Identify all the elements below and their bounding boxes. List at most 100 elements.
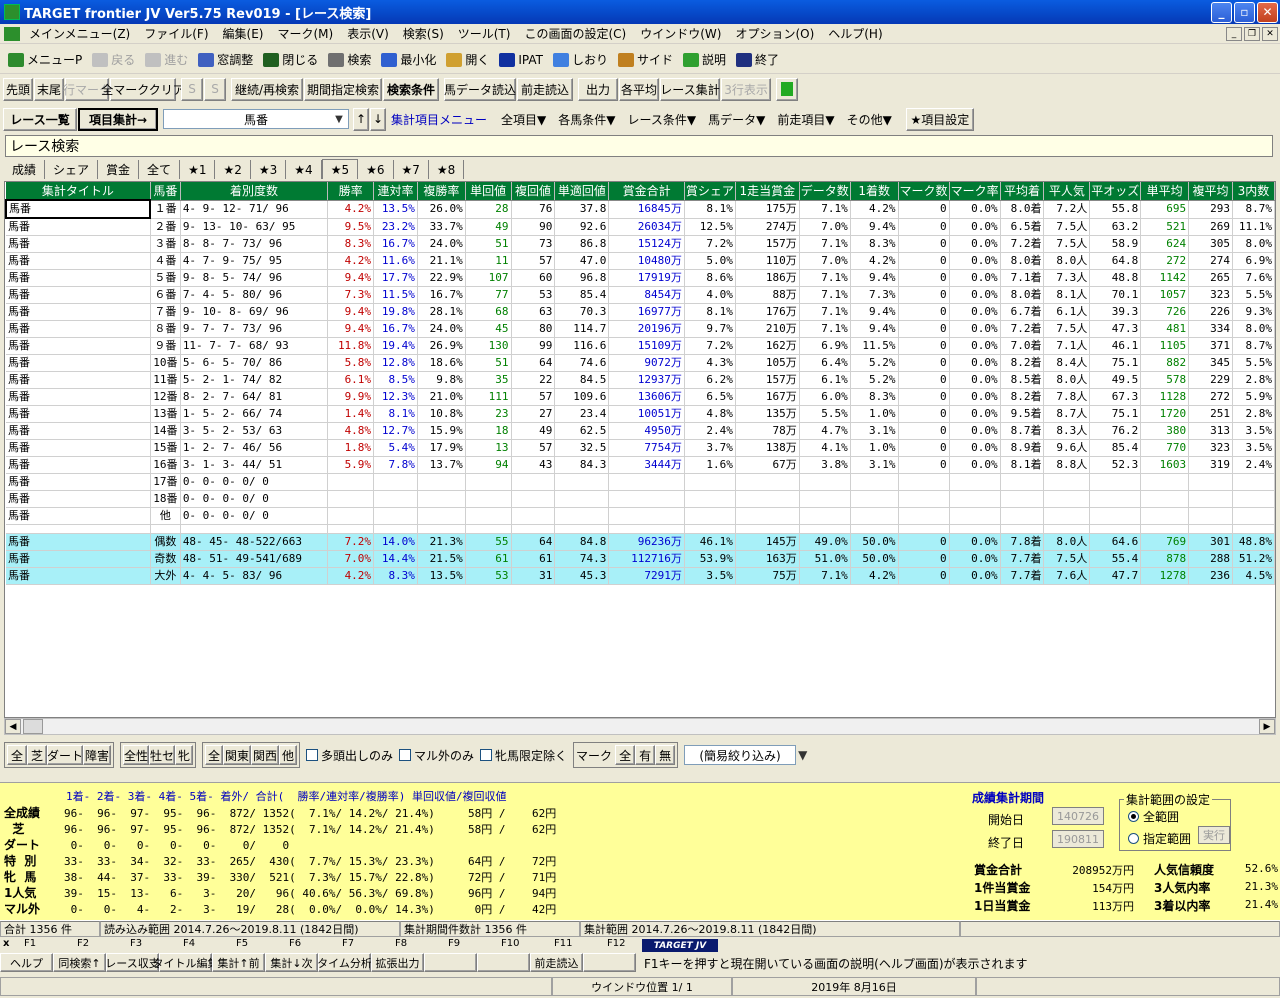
tab-1[interactable]: シェア bbox=[45, 160, 99, 179]
tab-7[interactable]: ★4 bbox=[286, 160, 322, 179]
item-menu-link[interactable]: 集計項目メニュー bbox=[391, 111, 487, 128]
table-row[interactable]: 馬番 10番 5- 6- 5- 70/ 86 5.8% 12.8% 18.6% 51 64 74… bbox=[6, 354, 1275, 372]
col-header-18[interactable]: 平オッズ bbox=[1089, 182, 1142, 201]
toolbar-help-button[interactable]: 説明 bbox=[679, 48, 732, 72]
toolbar2-button-1[interactable]: 末尾 bbox=[34, 77, 64, 101]
minimize-window-button[interactable]: _ bbox=[1211, 1, 1232, 23]
menu-item-3[interactable]: マーク(M) bbox=[270, 25, 340, 42]
toolbar2-button-14[interactable]: 3行表示 bbox=[721, 77, 771, 101]
col-header-0[interactable]: 集計タイトル bbox=[6, 182, 151, 201]
sex-filter-btn-1[interactable]: 牡セ bbox=[149, 745, 175, 765]
scroll-right-icon[interactable]: ▶ bbox=[1259, 719, 1275, 734]
col-header-5[interactable]: 複勝率 bbox=[417, 182, 466, 201]
toolbar-menu-p-button[interactable]: メニューP bbox=[4, 48, 88, 72]
col-header-6[interactable]: 単回値 bbox=[465, 182, 512, 201]
toolbar-bookmark-button[interactable]: しおり bbox=[549, 48, 614, 72]
col-header-10[interactable]: 賞シェア bbox=[684, 182, 736, 201]
dropdown-4[interactable]: 前走項目▼ bbox=[777, 111, 834, 128]
table-row[interactable]: 馬番 ６番 7- 4- 5- 80/ 96 7.3% 11.5% 16.7% 77 53 85.… bbox=[6, 286, 1275, 304]
tab-3[interactable]: 全て bbox=[139, 160, 181, 179]
toolbar2-button-0[interactable]: 先頭 bbox=[3, 77, 33, 101]
table-row[interactable]: 馬番 17番 0- 0- 0- 0/ 0 bbox=[6, 473, 1275, 491]
table-row[interactable]: 馬番 12番 8- 2- 7- 64/ 81 9.9% 12.3% 21.0% 111 57 1… bbox=[6, 388, 1275, 406]
col-header-17[interactable]: 平人気 bbox=[1043, 182, 1091, 201]
toolbar2-button-3[interactable]: 全マーククリア bbox=[101, 77, 185, 101]
col-header-21[interactable]: 3内数 bbox=[1232, 182, 1275, 201]
fkey-button-3[interactable]: タイトル編集 bbox=[153, 953, 219, 972]
table-row[interactable]: 馬番 14番 3- 5- 2- 53/ 63 4.8% 12.7% 15.9% 18 49 62… bbox=[6, 422, 1275, 440]
fkey-button-1[interactable]: 同検索↑ bbox=[53, 953, 106, 972]
fkey-button-10[interactable]: 前走読込 bbox=[530, 953, 583, 972]
dropdown-3[interactable]: 馬データ▼ bbox=[708, 111, 765, 128]
dropdown-5[interactable]: その他▼ bbox=[847, 111, 892, 128]
menu-item-2[interactable]: 編集(E) bbox=[216, 25, 271, 42]
toolbar-open-button[interactable]: 開く bbox=[442, 48, 495, 72]
mdi-restore-button[interactable]: ❐ bbox=[1244, 26, 1260, 41]
table-row[interactable]: 馬番 15番 1- 2- 7- 46/ 56 1.8% 5.4% 17.9% 13 57 32.… bbox=[6, 439, 1275, 457]
fkey-button-2[interactable]: レース収支 bbox=[105, 953, 160, 972]
region-filter-btn-2[interactable]: 関西 bbox=[251, 745, 279, 765]
fkey-button-4[interactable]: 集計↑前 bbox=[212, 953, 265, 972]
filter-check-0[interactable]: 多頭出しのみ bbox=[306, 747, 393, 764]
item-combo[interactable]: 馬番 ▼ bbox=[163, 109, 349, 129]
toolbar2-button-12[interactable]: 各平均 bbox=[619, 77, 659, 101]
col-header-14[interactable]: マーク数 bbox=[898, 182, 950, 201]
start-date-field[interactable]: 140726 bbox=[1052, 807, 1104, 825]
horizontal-scrollbar[interactable]: ◀ ▶ bbox=[4, 718, 1276, 735]
col-header-11[interactable]: 1走当賞金 bbox=[735, 182, 800, 201]
toolbar2-button-5[interactable]: S bbox=[204, 77, 226, 101]
toolbar2-button-9[interactable]: 馬データ読込 bbox=[444, 77, 516, 101]
close-window-button[interactable]: ✕ bbox=[1257, 1, 1278, 23]
table-row[interactable]: 馬番 ４番 4- 7- 9- 75/ 95 4.2% 11.6% 21.1% 11 57 47.… bbox=[6, 252, 1275, 270]
table-row[interactable]: 馬番 ３番 8- 8- 7- 73/ 96 8.3% 16.7% 24.0% 51 73 86.… bbox=[6, 235, 1275, 253]
mark-btn-2[interactable]: 無 bbox=[655, 745, 676, 765]
sort-up-button[interactable]: ↑ bbox=[353, 107, 369, 131]
fkey-button-6[interactable]: タイム分析 bbox=[317, 953, 372, 972]
tab-4[interactable]: ★1 bbox=[180, 160, 216, 179]
region-filter-btn-1[interactable]: 関東 bbox=[223, 745, 251, 765]
toolbar2-button-6[interactable]: 継続/再検索 bbox=[231, 77, 303, 101]
toolbar-search-button[interactable]: 検索 bbox=[324, 48, 377, 72]
table-row[interactable]: 馬番 11番 5- 2- 1- 74/ 82 6.1% 8.5% 9.8% 35 22 84.5… bbox=[6, 371, 1275, 389]
table-row[interactable]: 馬番 奇数 48- 51- 49-541/689 7.0% 14.4% 21.5% 61 61… bbox=[6, 550, 1275, 568]
chevron-down-icon[interactable]: ▼ bbox=[798, 748, 807, 762]
toolbar2-button-7[interactable]: 期間指定検索 bbox=[304, 77, 382, 101]
toolbar2-button-13[interactable]: レース集計 bbox=[660, 77, 720, 101]
col-header-1[interactable]: 馬番 bbox=[150, 182, 181, 201]
maximize-window-button[interactable]: ▫ bbox=[1234, 1, 1255, 23]
toolbar-minimize-button[interactable]: 最小化 bbox=[377, 48, 442, 72]
narrow-combo[interactable]: (簡易絞り込み) bbox=[684, 745, 797, 765]
menu-item-7[interactable]: この画面の設定(C) bbox=[517, 25, 633, 42]
region-filter-btn-0[interactable]: 全 bbox=[205, 745, 223, 765]
col-header-2[interactable]: 着別度数 bbox=[180, 182, 329, 201]
menu-item-8[interactable]: ウインドウ(W) bbox=[633, 25, 728, 42]
scroll-left-icon[interactable]: ◀ bbox=[5, 719, 21, 734]
tab-9[interactable]: ★6 bbox=[358, 160, 394, 179]
toolbar-side-button[interactable]: サイド bbox=[614, 48, 679, 72]
menu-item-5[interactable]: 検索(S) bbox=[396, 25, 451, 42]
menu-item-10[interactable]: ヘルプ(H) bbox=[821, 25, 889, 42]
fkey-button-5[interactable]: 集計↓次 bbox=[265, 953, 318, 972]
surface-filter-btn-1[interactable]: 芝 bbox=[27, 745, 47, 765]
fkey-button-0[interactable]: ヘルプ bbox=[0, 953, 53, 972]
surface-filter-btn-0[interactable]: 全 bbox=[7, 745, 27, 765]
mark-btn-0[interactable]: 全 bbox=[615, 745, 636, 765]
table-row[interactable]: 馬番 大外 4- 4- 5- 83/ 96 4.2% 8.3% 13.5% 53 31 45.3… bbox=[6, 567, 1275, 585]
sex-filter-btn-2[interactable]: 牝 bbox=[175, 745, 193, 765]
col-header-8[interactable]: 単適回値 bbox=[554, 182, 610, 201]
toolbar2-button-11[interactable]: 出力 bbox=[578, 77, 618, 101]
col-header-19[interactable]: 単平均 bbox=[1140, 182, 1190, 201]
dropdown-2[interactable]: レース条件▼ bbox=[627, 111, 696, 128]
table-row[interactable]: 馬番 １番 4- 9- 12- 71/ 96 4.2% 13.5% 26.0% 28 76 37… bbox=[5, 199, 1275, 219]
table-row[interactable]: 馬番 ２番 9- 13- 10- 63/ 95 9.5% 23.2% 33.7% 49 90 9… bbox=[6, 218, 1275, 236]
sex-filter-btn-0[interactable]: 全性 bbox=[123, 745, 149, 765]
tab-8[interactable]: ★5 bbox=[321, 159, 359, 179]
mdi-minimize-button[interactable]: _ bbox=[1226, 26, 1242, 41]
col-header-4[interactable]: 連対率 bbox=[373, 182, 418, 201]
fkey-button-7[interactable]: 拡張出力 bbox=[371, 953, 424, 972]
table-row[interactable]: 馬番他 0- 0- 0- 0/ 0 bbox=[6, 507, 1275, 525]
table-row[interactable]: 馬番 ７番 9- 10- 8- 69/ 96 9.4% 19.8% 28.1% 68 63 70… bbox=[6, 303, 1275, 321]
menu-item-9[interactable]: オプション(O) bbox=[728, 25, 821, 42]
table-row[interactable]: 馬番 16番 3- 1- 3- 44/ 51 5.9% 7.8% 13.7% 94 43 84.… bbox=[6, 456, 1275, 474]
tab-2[interactable]: 賞金 bbox=[98, 160, 140, 179]
